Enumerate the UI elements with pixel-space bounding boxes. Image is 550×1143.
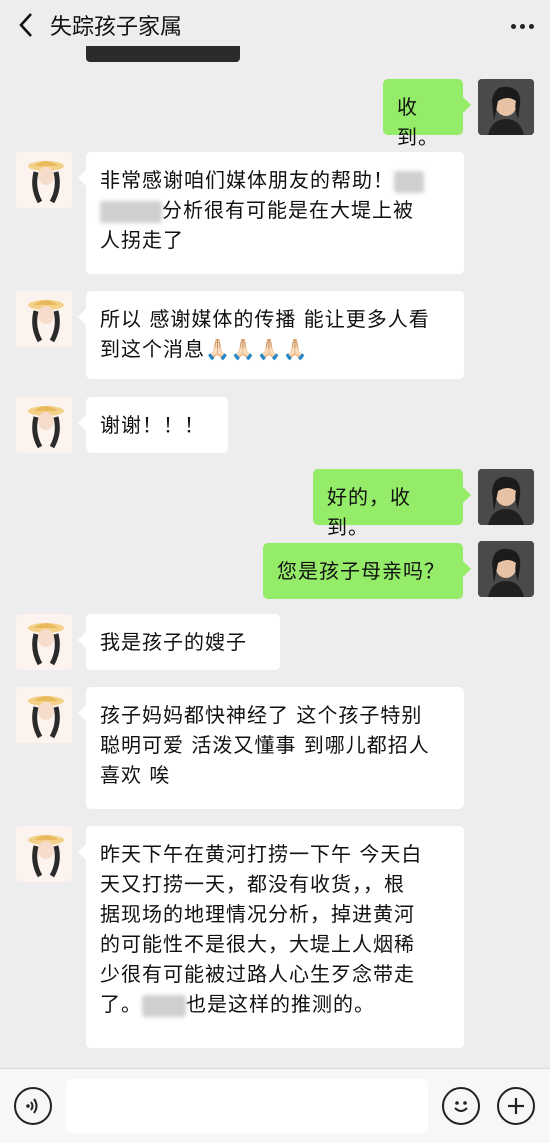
sent-message-bubble[interactable]: 收到。: [383, 79, 471, 149]
smiley-icon: [454, 1101, 468, 1112]
contact-avatar[interactable]: [16, 614, 72, 670]
received-message-bubble[interactable]: 非常感谢咱们媒体朋友的帮助！ 分析很有可能是在大堤上被 人拐走了: [78, 152, 464, 274]
my-avatar[interactable]: [478, 79, 534, 135]
more-functions-button[interactable]: [497, 1087, 535, 1125]
sent-message-bubble[interactable]: 好的，收到。: [313, 469, 471, 539]
chat-title: 失踪孩子家属: [50, 15, 183, 40]
message-text: 了。: [100, 992, 142, 1016]
message-text: 昨天下午在黄河打捞一下午 今天白: [100, 842, 423, 866]
contact-avatar[interactable]: [16, 397, 72, 453]
redacted-text: [394, 170, 424, 193]
voice-button[interactable]: [14, 1087, 52, 1125]
contact-avatar[interactable]: [16, 826, 72, 882]
back-button[interactable]: [6, 0, 46, 50]
message-text: 到这个消息: [100, 337, 205, 361]
message-text: 据现场的地理情况分析，掉进黄河: [100, 902, 415, 926]
plus-icon: [508, 1098, 524, 1114]
input-toolbar: [0, 1068, 550, 1143]
received-message-bubble[interactable]: 谢谢！！！: [78, 397, 228, 453]
received-message-bubble[interactable]: 孩子妈妈都快神经了 这个孩子特别 聪明可爱 活泼又懂事 到哪儿都招人 喜欢 唉: [78, 687, 464, 809]
received-message-bubble[interactable]: 我是孩子的嫂子: [78, 614, 280, 670]
message-input[interactable]: [66, 1079, 428, 1133]
message-text: 所以 感谢媒体的传播 能让更多人看: [100, 307, 430, 331]
emoji-button[interactable]: [442, 1087, 480, 1125]
message-text: 谢谢！！！: [100, 413, 205, 437]
message-text: 少很有可能被过路人心生歹念带走: [100, 962, 415, 986]
contact-avatar[interactable]: [16, 687, 72, 743]
chevron-left-icon: [19, 13, 32, 37]
message-text: 分析很有可能是在大堤上被: [162, 198, 414, 222]
my-avatar[interactable]: [478, 541, 534, 597]
chat-header: 失踪孩子家属: [0, 0, 550, 50]
message-text: 好的，收到。: [327, 485, 411, 539]
sent-message-bubble[interactable]: 您是孩子母亲吗？: [263, 543, 471, 599]
more-button[interactable]: [508, 12, 536, 40]
message-text: 也是这样的推测的。: [186, 992, 375, 1016]
message-text: 您是孩子母亲吗？: [277, 559, 445, 583]
message-text: 我是孩子的嫂子: [100, 630, 247, 654]
message-text: 的可能性不是很大，大堤上人烟稀: [100, 932, 415, 956]
contact-avatar[interactable]: [16, 152, 72, 208]
message-text: 聪明可爱 活泼又懂事 到哪儿都招人: [100, 733, 430, 757]
message-text: 非常感谢咱们媒体朋友的帮助！: [100, 168, 394, 192]
message-text: 收到。: [397, 95, 439, 149]
message-text: 喜欢 唉: [100, 763, 171, 787]
redacted-text: [142, 994, 186, 1017]
redacted-text: [100, 200, 162, 223]
message-text: 人拐走了: [100, 228, 184, 252]
message-text: 孩子妈妈都快神经了 这个孩子特别: [100, 703, 423, 727]
my-avatar[interactable]: [478, 469, 534, 525]
received-message-bubble[interactable]: 昨天下午在黄河打捞一下午 今天白 天又打捞一天，都没有收货，，根 据现场的地理情…: [78, 826, 464, 1048]
folded-hands-emoji-icon: 🙏🏻🙏🏻🙏🏻🙏🏻: [205, 337, 309, 361]
voice-icon: [26, 1098, 38, 1114]
received-message-bubble[interactable]: 所以 感谢媒体的传播 能让更多人看 到这个消息🙏🏻🙏🏻🙏🏻🙏🏻: [78, 291, 464, 379]
message-text: 天又打捞一天，都没有收货，，根: [100, 872, 405, 896]
more-dots-icon: [510, 23, 516, 29]
previous-image-message[interactable]: [86, 46, 240, 62]
contact-avatar[interactable]: [16, 291, 72, 347]
